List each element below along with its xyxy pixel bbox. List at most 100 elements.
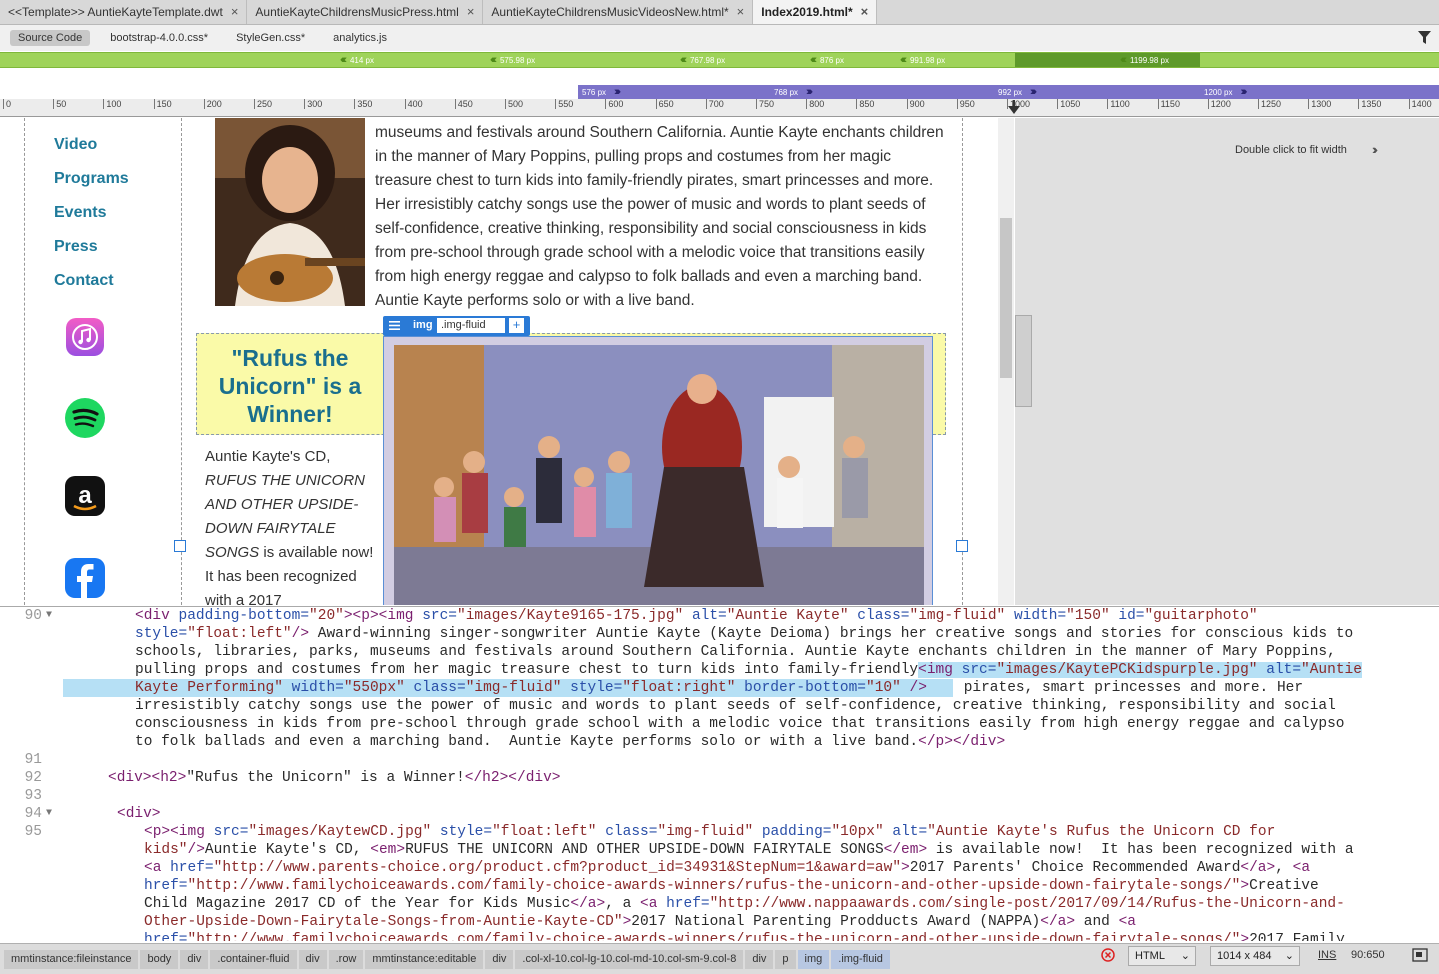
ruler-tick: 1400: [1408, 99, 1432, 109]
chevron-down-icon: ⌄: [1284, 950, 1294, 962]
code-editor[interactable]: 90 ▼ <div padding-bottom="20"><p><img sr…: [0, 606, 1439, 941]
ruler-tick: 300: [304, 99, 322, 109]
tab-videos[interactable]: AuntieKayteChildrensMusicVideosNew.html*…: [483, 0, 754, 24]
element-hud-toolbar: img .img-fluid +: [383, 316, 530, 336]
related-file-bootstrap[interactable]: bootstrap-4.0.0.css*: [102, 30, 216, 46]
selected-performance-photo[interactable]: [383, 336, 933, 605]
ruler-tick: 650: [655, 99, 674, 109]
tag-crumb[interactable]: .row: [328, 949, 364, 969]
nav-events[interactable]: Events: [54, 204, 106, 222]
tag-crumb[interactable]: mmtinstance:editable: [365, 949, 484, 969]
scrollbar-thumb[interactable]: [1000, 218, 1012, 378]
max-width-media-query-bar: 576 px ›››››› 768 px ›››››› 992 px ›››››› 1…: [578, 85, 1439, 99]
amazon-icon[interactable]: a: [65, 476, 105, 516]
close-icon[interactable]: ×: [737, 4, 745, 19]
window-size-select[interactable]: 1014 x 484 ⌄: [1210, 946, 1300, 966]
document-tab-bar: <<Template>> AuntieKayteTemplate.dwt × Au…: [0, 0, 1439, 25]
media-query-max-992[interactable]: 992 px ››››››: [994, 85, 1037, 99]
nav-programs[interactable]: Programs: [54, 170, 129, 188]
media-query-876[interactable]: ‹‹‹‹‹‹ 876 px: [810, 53, 850, 67]
viewport-marker-icon[interactable]: [1008, 100, 1020, 116]
class-field[interactable]: .img-fluid: [437, 318, 505, 333]
portrait-image: [215, 118, 365, 306]
ruler-tick: 950: [956, 99, 975, 109]
tag-crumb[interactable]: body: [140, 949, 179, 969]
line-number: 90: [24, 608, 42, 624]
add-class-button[interactable]: +: [509, 318, 524, 333]
ruler-tick: 1250: [1258, 99, 1281, 109]
media-query-992[interactable]: ‹‹‹‹‹‹ 991.98 px: [900, 53, 951, 67]
facebook-icon[interactable]: [65, 558, 105, 598]
tag-crumb[interactable]: .col-xl-10.col-lg-10.col-md-10.col-sm-9.…: [515, 949, 744, 969]
code-line-90-a: <div padding-bottom="20"><p><img src="im…: [135, 608, 1258, 624]
nav-video[interactable]: Video: [54, 136, 97, 154]
related-files-bar: Source Code bootstrap-4.0.0.css* StyleGe…: [0, 25, 1439, 51]
preview-icon[interactable]: [1412, 948, 1428, 962]
tag-crumb[interactable]: .container-fluid: [210, 949, 297, 969]
code-line-92: <div><h2>"Rufus the Unicorn" is a Winner…: [108, 770, 561, 786]
close-icon[interactable]: ×: [231, 4, 239, 19]
fold-arrow-icon[interactable]: ▼: [46, 607, 52, 625]
viewport-resize-handle[interactable]: [1015, 315, 1032, 407]
ruler-tick: 1100: [1107, 99, 1130, 109]
spotify-icon[interactable]: [65, 398, 105, 438]
ruler-tick: 750: [756, 99, 774, 109]
tag-crumb[interactable]: div: [485, 949, 514, 969]
portrait-photo[interactable]: [215, 118, 365, 306]
viewport-gutter[interactable]: Double click to fit width ››››››: [1015, 118, 1439, 605]
related-file-source-code[interactable]: Source Code: [10, 30, 91, 46]
itunes-icon[interactable]: [66, 318, 104, 356]
media-query-1200[interactable]: ‹‹‹‹‹‹ 1199.98 px: [1120, 53, 1175, 67]
cd-text-intro: Auntie Kayte's CD,: [205, 448, 331, 465]
media-query-414[interactable]: ‹‹‹‹‹‹ 414 px: [340, 53, 380, 67]
column-resize-handle-left[interactable]: [174, 540, 186, 552]
line-number: 95: [24, 824, 42, 840]
ruler-tick: 50: [53, 99, 66, 109]
performance-image: [384, 337, 932, 605]
document-type-select[interactable]: HTML ⌄: [1128, 946, 1196, 966]
related-file-analytics[interactable]: analytics.js: [325, 30, 395, 46]
cd-paragraph: Auntie Kayte's CD, RUFUS THE UNICORN AND…: [205, 445, 375, 605]
hamburger-menu-icon[interactable]: [389, 320, 400, 331]
media-query-max-1200[interactable]: 1200 px ››››››: [1200, 85, 1247, 99]
fold-arrow-icon[interactable]: ▼: [46, 805, 52, 823]
media-query-768[interactable]: ‹‹‹‹‹‹ 767.98 px: [680, 53, 731, 67]
live-view-scrollbar[interactable]: [998, 118, 1014, 605]
code-line-90-d: pulling props and costumes from her magi…: [135, 662, 1362, 678]
line-number: 93: [24, 788, 42, 804]
tag-crumb[interactable]: img: [797, 949, 830, 969]
column-resize-handle-right[interactable]: [956, 540, 968, 552]
tag-crumb[interactable]: p: [775, 949, 796, 969]
code-line-90-e: pirates, smart princesses and more. Her: [955, 680, 1304, 696]
tab-label: <<Template>> AuntieKayteTemplate.dwt: [8, 5, 223, 19]
code-line-90-g: consciousness in kids from pre-school th…: [135, 716, 1345, 732]
nav-press[interactable]: Press: [54, 238, 98, 256]
ruler-tick: 1150: [1157, 99, 1180, 109]
tag-crumb[interactable]: mmtinstance:fileinstance: [4, 949, 139, 969]
nav-contact[interactable]: Contact: [54, 272, 114, 290]
tag-crumb[interactable]: .img-fluid: [831, 949, 890, 969]
filter-icon[interactable]: [1418, 31, 1431, 44]
window-size-value: 1014 x 484: [1217, 950, 1272, 962]
chevron-right-icon: ››››››: [1372, 142, 1378, 157]
close-icon[interactable]: ×: [861, 4, 869, 19]
code-line-90-selected: Kayte Performing" width="550px" class="i…: [63, 679, 953, 697]
insert-mode-indicator[interactable]: INS: [1318, 949, 1336, 961]
media-query-max-768[interactable]: 768 px ››››››: [770, 85, 813, 99]
close-icon[interactable]: ×: [467, 4, 475, 19]
code-line-95-d: href="http://www.familychoiceawards.com/…: [144, 878, 1319, 894]
code-line-90-h: to folk ballads and even a marching band…: [135, 734, 1006, 750]
ruler-tick: 1200: [1207, 99, 1231, 109]
tab-press[interactable]: AuntieKayteChildrensMusicPress.html ×: [247, 0, 484, 24]
tag-crumb[interactable]: div: [180, 949, 209, 969]
error-icon[interactable]: [1101, 948, 1115, 962]
media-query-576[interactable]: ‹‹‹‹‹‹ 575.98 px: [490, 53, 541, 67]
tag-crumb[interactable]: div: [745, 949, 774, 969]
tab-index[interactable]: Index2019.html* ×: [753, 0, 878, 24]
tab-label: AuntieKayteChildrensMusicPress.html: [255, 5, 459, 19]
related-file-stylegen[interactable]: StyleGen.css*: [228, 30, 313, 46]
media-query-max-576[interactable]: 576 px ››››››: [578, 85, 621, 99]
tab-template[interactable]: <<Template>> AuntieKayteTemplate.dwt ×: [0, 0, 248, 24]
ruler-tick: 200: [203, 99, 222, 109]
tag-crumb[interactable]: div: [298, 949, 327, 969]
